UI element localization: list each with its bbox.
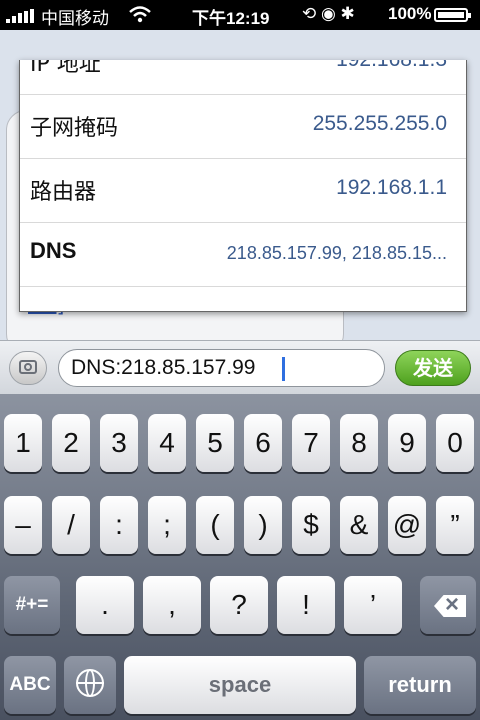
key-semicolon[interactable]: ; — [148, 496, 186, 554]
battery-percent: 100% — [388, 4, 432, 23]
key-more-symbols[interactable]: #+= — [4, 576, 60, 634]
info-label: DNS — [30, 238, 77, 263]
message-input[interactable] — [71, 355, 371, 381]
info-value: 255.255.255.0 — [312, 112, 447, 135]
info-row-dns[interactable]: DNS 218.85.157.99, 218.85.15... — [20, 222, 466, 287]
send-button[interactable]: 发送 — [395, 350, 471, 386]
key-6[interactable]: 6 — [244, 414, 282, 472]
camera-button[interactable] — [9, 351, 47, 385]
backspace-icon — [434, 595, 466, 617]
key-8[interactable]: 8 — [340, 414, 378, 472]
info-label: 路由器 — [30, 180, 97, 205]
key-open-paren[interactable]: ( — [196, 496, 234, 554]
battery-fill — [438, 12, 464, 18]
key-period[interactable]: . — [76, 576, 134, 634]
key-abc[interactable]: ABC — [4, 656, 56, 714]
key-slash[interactable]: / — [52, 496, 90, 554]
key-2[interactable]: 2 — [52, 414, 90, 472]
key-exclamation[interactable]: ! — [277, 576, 335, 634]
composer-bar: 发送 — [0, 340, 480, 395]
key-question[interactable]: ? — [210, 576, 268, 634]
key-at[interactable]: @ — [388, 496, 426, 554]
info-value: 192.168.1.3 — [336, 60, 447, 72]
status-time: 下午12:19 — [192, 9, 270, 28]
text-cursor — [282, 357, 285, 381]
key-quote[interactable]: ” — [436, 496, 474, 554]
info-label: 子网掩码 — [30, 116, 119, 141]
info-row-ip[interactable]: IP 地址 192.168.1.3 — [20, 60, 466, 95]
backspace-key[interactable] — [420, 576, 476, 634]
keyboard: 1 2 3 4 5 6 7 8 9 0 – / : ; ( ) $ & @ ” … — [0, 394, 480, 720]
key-colon[interactable]: : — [100, 496, 138, 554]
key-close-paren[interactable]: ) — [244, 496, 282, 554]
key-0[interactable]: 0 — [436, 414, 474, 472]
battery-icon — [434, 8, 471, 22]
message-thread[interactable]: EG] IP 地址 192.168.1.3 子网掩码 255.255.255.0… — [0, 30, 480, 354]
space-key[interactable]: space — [124, 656, 356, 714]
key-dash[interactable]: – — [4, 496, 42, 554]
key-9[interactable]: 9 — [388, 414, 426, 472]
status-bar: 中国移动 下午12:19 ⟲ ◉ ✱ 100% — [0, 0, 480, 30]
key-comma[interactable]: , — [143, 576, 201, 634]
key-4[interactable]: 4 — [148, 414, 186, 472]
info-value: 192.168.1.1 — [336, 176, 447, 199]
key-dollar[interactable]: $ — [292, 496, 330, 554]
info-value: 218.85.157.99, 218.85.15... — [226, 243, 447, 263]
key-5[interactable]: 5 — [196, 414, 234, 472]
info-row-router[interactable]: 路由器 192.168.1.1 — [20, 158, 466, 223]
key-1[interactable]: 1 — [4, 414, 42, 472]
key-ampersand[interactable]: & — [340, 496, 378, 554]
key-7[interactable]: 7 — [292, 414, 330, 472]
carrier-name: 中国移动 — [41, 9, 109, 28]
camera-icon — [19, 360, 37, 374]
key-3[interactable]: 3 — [100, 414, 138, 472]
globe-key[interactable] — [64, 656, 116, 714]
info-row-subnet[interactable]: 子网掩码 255.255.255.0 — [20, 94, 466, 159]
wifi-icon — [128, 5, 152, 28]
message-input-field[interactable] — [58, 349, 385, 387]
info-label: IP 地址 — [30, 60, 101, 77]
network-info-popup[interactable]: IP 地址 192.168.1.3 子网掩码 255.255.255.0 路由器… — [19, 60, 467, 312]
key-apostrophe[interactable]: ’ — [344, 576, 402, 634]
globe-icon — [76, 669, 104, 697]
return-key[interactable]: return — [364, 656, 476, 714]
status-icons: ⟲ ◉ ✱ — [302, 4, 355, 23]
